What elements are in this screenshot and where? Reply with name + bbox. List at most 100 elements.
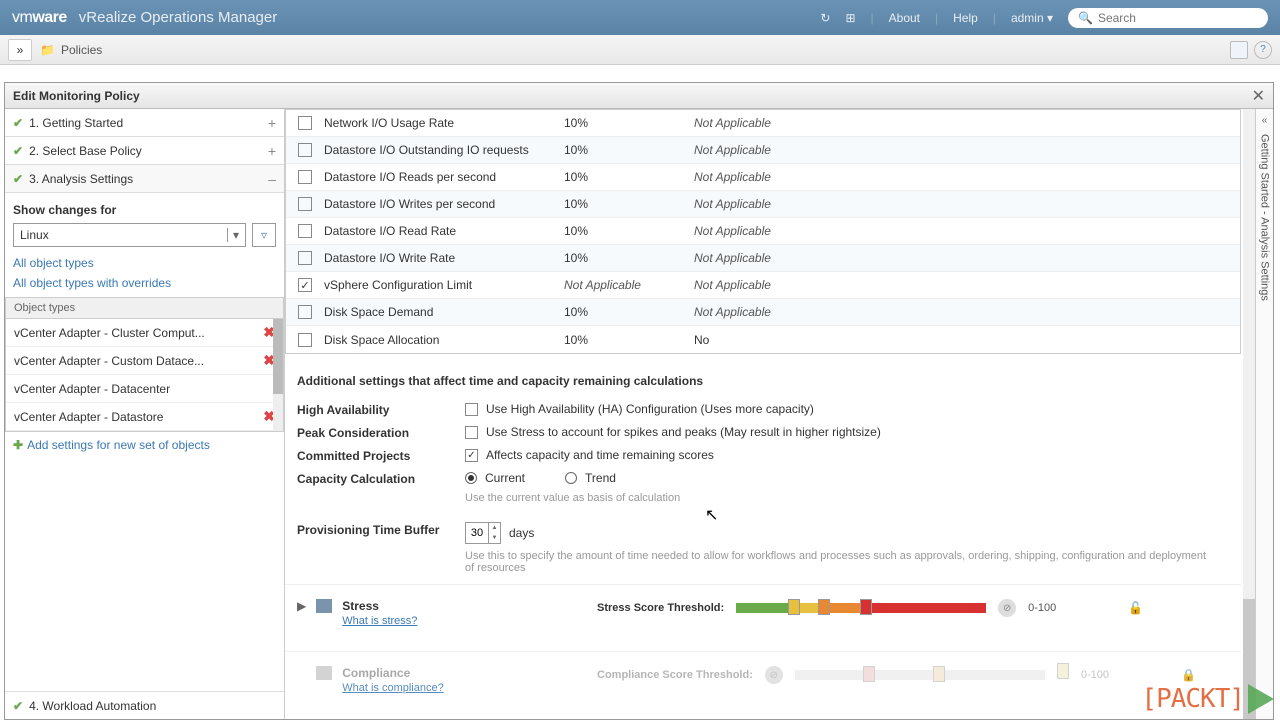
object-types-list: vCenter Adapter - Cluster Comput...✖ vCe…	[5, 319, 284, 432]
check-icon: ✔	[13, 144, 23, 158]
row-name: Disk Space Demand	[324, 305, 564, 319]
row-value: 10%	[564, 170, 694, 184]
row-checkbox[interactable]	[298, 116, 312, 130]
compliance-section: ▶ Compliance What is compliance? Complia…	[285, 651, 1241, 708]
product-name: vRealize Operations Manager	[79, 9, 277, 26]
stress-icon	[316, 599, 332, 613]
row-name: Network I/O Usage Rate	[324, 116, 564, 130]
rail-label[interactable]: Getting Started - Analysis Settings	[1259, 134, 1271, 301]
row-name: vSphere Configuration Limit	[324, 278, 564, 292]
collapse-icon[interactable]: «	[1262, 115, 1268, 126]
ha-label: High Availability	[297, 402, 465, 417]
expand-icon[interactable]: ▶	[297, 599, 306, 627]
help-link[interactable]: Help	[953, 11, 978, 25]
all-object-types-link[interactable]: All object types	[5, 253, 284, 273]
row-checkbox[interactable]	[298, 333, 312, 347]
row-checkbox[interactable]	[298, 251, 312, 265]
row-applicable: Not Applicable	[694, 224, 771, 238]
projects-label: Committed Projects	[297, 448, 465, 463]
list-item[interactable]: vCenter Adapter - Custom Datace...✖	[6, 347, 283, 375]
days-spinner[interactable]: ▲▼	[465, 522, 501, 544]
right-rail: « Getting Started - Analysis Settings	[1255, 109, 1273, 719]
row-checkbox[interactable]	[298, 170, 312, 184]
object-types-header: Object types	[5, 297, 284, 319]
close-icon[interactable]: ✕	[1252, 86, 1265, 106]
compliance-help-link[interactable]: What is compliance?	[342, 682, 444, 694]
current-radio[interactable]	[465, 472, 477, 484]
days-input[interactable]	[466, 523, 488, 543]
stress-threshold-slider[interactable]	[736, 603, 986, 613]
peak-checkbox[interactable]	[465, 426, 478, 439]
list-item[interactable]: vCenter Adapter - Datacenter	[6, 375, 283, 403]
row-checkbox[interactable]	[298, 143, 312, 157]
chevron-down-icon: ▾	[227, 228, 239, 242]
wizard-steps-panel: ✔ 1. Getting Started + ✔ 2. Select Base …	[5, 109, 285, 719]
row-value: 10%	[564, 251, 694, 265]
spinner-up-icon[interactable]: ▲	[489, 523, 500, 533]
table-row: Disk Space Demand10%Not Applicable	[286, 299, 1240, 326]
calc-help-text: Use the current value as basis of calcul…	[465, 492, 1211, 504]
filter-button[interactable]: ▿	[252, 223, 276, 247]
row-value: 10%	[564, 224, 694, 238]
spinner-down-icon[interactable]: ▼	[489, 533, 500, 543]
view-toggle-button[interactable]	[1230, 41, 1248, 59]
row-applicable: Not Applicable	[694, 305, 771, 319]
table-row: vSphere Configuration LimitNot Applicabl…	[286, 272, 1240, 299]
row-checkbox[interactable]	[298, 278, 312, 292]
step-getting-started[interactable]: ✔ 1. Getting Started +	[5, 109, 284, 137]
add-settings-link[interactable]: ✚ Add settings for new set of objects	[5, 432, 284, 458]
step-analysis-settings[interactable]: ✔ 3. Analysis Settings –	[5, 165, 284, 193]
row-name: Datastore I/O Read Rate	[324, 224, 564, 238]
table-row: Datastore I/O Writes per second10%Not Ap…	[286, 191, 1240, 218]
expand-nav-button[interactable]: »	[8, 39, 32, 61]
prov-label: Provisioning Time Buffer	[297, 522, 465, 537]
row-checkbox[interactable]	[298, 224, 312, 238]
row-checkbox[interactable]	[298, 305, 312, 319]
context-help-button[interactable]: ?	[1254, 41, 1272, 59]
row-value: 10%	[564, 333, 694, 347]
stress-threshold-label: Stress Score Threshold:	[597, 602, 724, 614]
projects-checkbox[interactable]	[465, 449, 478, 462]
user-menu[interactable]: admin ▾	[1011, 11, 1053, 25]
content-scrollbar[interactable]	[1243, 109, 1255, 719]
step-select-base-policy[interactable]: ✔ 2. Select Base Policy +	[5, 137, 284, 165]
lock-icon[interactable]: 🔒	[1181, 668, 1196, 682]
table-row: Network I/O Usage Rate10%Not Applicable	[286, 110, 1240, 137]
row-applicable: Not Applicable	[694, 251, 771, 265]
check-icon: ✔	[13, 699, 23, 713]
row-name: Disk Space Allocation	[324, 333, 564, 347]
all-overrides-link[interactable]: All object types with overrides	[5, 273, 284, 293]
ha-checkbox[interactable]	[465, 403, 478, 416]
stress-range: 0-100	[1028, 602, 1056, 614]
scrollbar[interactable]	[273, 319, 283, 431]
show-changes-label: Show changes for	[5, 193, 284, 223]
apps-icon[interactable]: ⊞	[845, 11, 855, 25]
list-item[interactable]: vCenter Adapter - Datastore✖	[6, 403, 283, 431]
prov-help-text: Use this to specify the amount of time n…	[465, 550, 1211, 574]
table-row: Datastore I/O Write Rate10%Not Applicabl…	[286, 245, 1240, 272]
check-icon: ✔	[13, 116, 23, 130]
row-name: Datastore I/O Reads per second	[324, 170, 564, 184]
trend-radio[interactable]	[565, 472, 577, 484]
compliance-title: Compliance	[342, 666, 444, 680]
stress-section: ▶ Stress What is stress? Stress Score Th…	[285, 584, 1241, 641]
compliance-icon	[316, 666, 332, 680]
row-value: 10%	[564, 197, 694, 211]
compliance-threshold-slider	[795, 670, 1045, 680]
global-search[interactable]: 🔍	[1068, 8, 1268, 28]
row-applicable: Not Applicable	[694, 116, 771, 130]
step-workload-automation[interactable]: ✔ 4. Workload Automation	[5, 691, 284, 719]
stress-help-link[interactable]: What is stress?	[342, 615, 417, 627]
refresh-icon[interactable]: ↻	[820, 11, 830, 25]
object-type-select[interactable]: Linux ▾	[13, 223, 246, 247]
about-link[interactable]: About	[889, 11, 920, 25]
table-row: Datastore I/O Reads per second10%Not App…	[286, 164, 1240, 191]
compliance-range: 0-100	[1081, 669, 1109, 681]
row-applicable: No	[694, 333, 709, 347]
unlock-icon[interactable]: 🔓	[1128, 601, 1143, 615]
row-checkbox[interactable]	[298, 197, 312, 211]
top-bar: vmvmwareware vRealize Operations Manager…	[0, 0, 1280, 35]
search-input[interactable]	[1098, 11, 1258, 25]
row-value: 10%	[564, 116, 694, 130]
list-item[interactable]: vCenter Adapter - Cluster Comput...✖	[6, 319, 283, 347]
